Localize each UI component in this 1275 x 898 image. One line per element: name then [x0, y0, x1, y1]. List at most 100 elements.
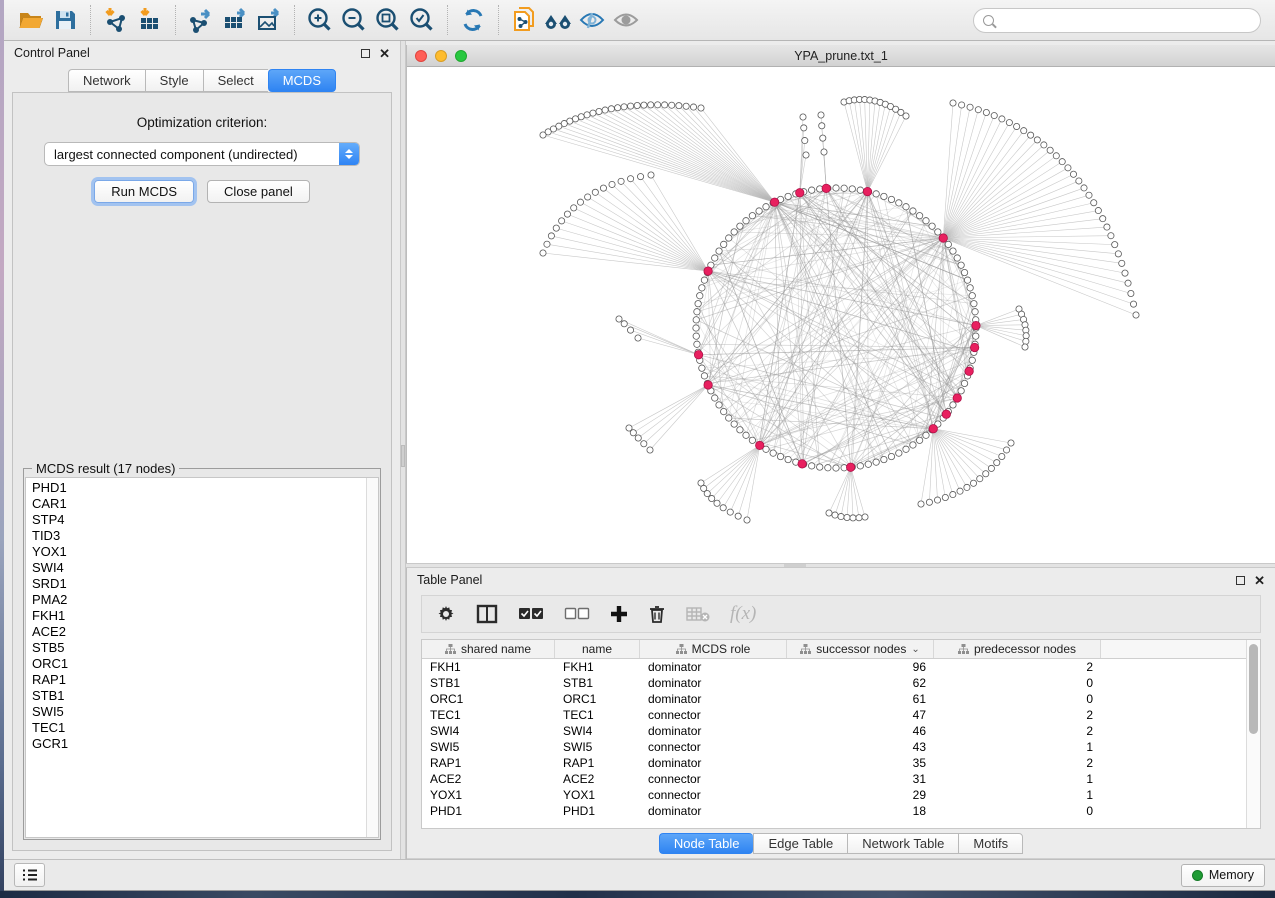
mcds-list-scrollbar[interactable]: [366, 478, 378, 837]
table-panel-titlebar: Table Panel ✕: [407, 568, 1275, 592]
table-panel-title: Table Panel: [417, 573, 1236, 587]
mcds-result-item[interactable]: TEC1: [32, 720, 366, 736]
table-cell: RAP1: [555, 755, 640, 771]
network-view-frame: YPA_prune.txt_1: [406, 45, 1275, 563]
mcds-result-item[interactable]: SWI4: [32, 560, 366, 576]
search-input[interactable]: [999, 13, 1251, 27]
export-network-icon[interactable]: [184, 4, 218, 36]
import-network-icon[interactable]: [99, 4, 133, 36]
mcds-result-item[interactable]: ACE2: [32, 624, 366, 640]
export-table-icon[interactable]: [218, 4, 252, 36]
column-header-predecessor-nodes[interactable]: predecessor nodes: [934, 640, 1101, 658]
apply-layout-icon[interactable]: [456, 4, 490, 36]
mcds-result-list[interactable]: PHD1CAR1STP4TID3YOX1SWI4SRD1PMA2FKH1ACE2…: [25, 477, 379, 838]
column-header-shared-name[interactable]: shared name: [422, 640, 555, 658]
column-header-name[interactable]: name: [555, 640, 640, 658]
mcds-result-item[interactable]: GCR1: [32, 736, 366, 752]
vertical-splitter[interactable]: [400, 41, 406, 859]
table-cell: connector: [640, 739, 787, 755]
global-search-field[interactable]: [973, 8, 1261, 33]
column-header-successor-nodes[interactable]: successor nodes⌄: [787, 640, 934, 658]
tab-motifs[interactable]: Motifs: [958, 833, 1023, 854]
table-row[interactable]: FKH1FKH1dominator962: [422, 659, 1246, 675]
table-cell: 2: [934, 659, 1101, 675]
network-view-title: YPA_prune.txt_1: [407, 49, 1275, 63]
float-panel-icon[interactable]: [1236, 576, 1245, 585]
table-row[interactable]: STB1STB1dominator620: [422, 675, 1246, 691]
zoom-out-icon[interactable]: [337, 4, 371, 36]
export-image-icon[interactable]: [252, 4, 286, 36]
delete-column-icon[interactable]: [648, 604, 666, 624]
tab-network-table[interactable]: Network Table: [847, 833, 958, 854]
splitter-grip[interactable]: [401, 445, 405, 467]
criterion-dropdown[interactable]: largest connected component (undirected): [44, 142, 360, 166]
settings-icon[interactable]: [436, 604, 456, 624]
hide-selection-icon[interactable]: [575, 4, 609, 36]
table-cell: 1: [934, 787, 1101, 803]
table-row[interactable]: SWI4SWI4dominator462: [422, 723, 1246, 739]
deselect-all-icon[interactable]: [564, 607, 590, 621]
table-scrollbar-thumb[interactable]: [1249, 644, 1258, 734]
table-cell: 2: [934, 723, 1101, 739]
mcds-result-group: MCDS result (17 nodes) PHD1CAR1STP4TID3Y…: [23, 468, 381, 840]
show-selection-icon[interactable]: [609, 4, 643, 36]
column-header-filler: [1101, 640, 1246, 658]
toggle-panes-icon[interactable]: [476, 604, 498, 624]
tab-select[interactable]: Select: [203, 69, 268, 92]
memory-label: Memory: [1209, 868, 1254, 882]
close-panel-icon[interactable]: ✕: [1254, 576, 1265, 585]
mcds-result-item[interactable]: SWI5: [32, 704, 366, 720]
add-column-icon[interactable]: [610, 605, 628, 623]
close-panel-icon[interactable]: ✕: [379, 49, 390, 58]
table-cell: 1: [934, 739, 1101, 755]
tab-edge-table[interactable]: Edge Table: [753, 833, 847, 854]
search-network-icon[interactable]: [541, 4, 575, 36]
zoom-selected-icon[interactable]: [405, 4, 439, 36]
tab-node-table[interactable]: Node Table: [659, 833, 754, 854]
network-canvas[interactable]: [407, 67, 1275, 563]
memory-button[interactable]: Memory: [1181, 864, 1265, 887]
mcds-result-item[interactable]: PMA2: [32, 592, 366, 608]
run-mcds-button[interactable]: Run MCDS: [94, 180, 194, 203]
table-row[interactable]: TEC1TEC1connector472: [422, 707, 1246, 723]
close-panel-button[interactable]: Close panel: [207, 180, 310, 203]
zoom-fit-icon[interactable]: [371, 4, 405, 36]
mcds-result-item[interactable]: RAP1: [32, 672, 366, 688]
select-all-icon[interactable]: [518, 607, 544, 621]
table-row[interactable]: RAP1RAP1dominator352: [422, 755, 1246, 771]
open-session-icon[interactable]: [14, 4, 48, 36]
table-row[interactable]: YOX1YOX1connector291: [422, 787, 1246, 803]
hierarchy-icon: [958, 644, 969, 654]
mcds-result-item[interactable]: TID3: [32, 528, 366, 544]
zoom-in-icon[interactable]: [303, 4, 337, 36]
mcds-result-item[interactable]: STB1: [32, 688, 366, 704]
task-history-button[interactable]: [14, 863, 45, 887]
table-cell: 96: [787, 659, 934, 675]
mcds-result-item[interactable]: PHD1: [32, 480, 366, 496]
function-builder-icon: f(x): [730, 603, 756, 625]
mcds-result-item[interactable]: YOX1: [32, 544, 366, 560]
import-table-icon[interactable]: [133, 4, 167, 36]
share-document-icon[interactable]: [507, 4, 541, 36]
table-row[interactable]: PHD1PHD1dominator180: [422, 803, 1246, 819]
mcds-result-item[interactable]: ORC1: [32, 656, 366, 672]
table-cell: YOX1: [422, 787, 555, 803]
mcds-result-item[interactable]: CAR1: [32, 496, 366, 512]
horizontal-splitter[interactable]: [406, 563, 1275, 568]
tab-network[interactable]: Network: [68, 69, 145, 92]
splitter-grip[interactable]: [784, 564, 806, 567]
table-row[interactable]: ACE2ACE2connector311: [422, 771, 1246, 787]
table-row[interactable]: SWI5SWI5connector431: [422, 739, 1246, 755]
column-header-MCDS-role[interactable]: MCDS role: [640, 640, 787, 658]
float-panel-icon[interactable]: [361, 49, 370, 58]
table-cell: dominator: [640, 675, 787, 691]
table-scrollbar[interactable]: [1246, 640, 1260, 828]
mcds-result-item[interactable]: SRD1: [32, 576, 366, 592]
mcds-result-item[interactable]: STB5: [32, 640, 366, 656]
mcds-result-item[interactable]: STP4: [32, 512, 366, 528]
tab-style[interactable]: Style: [145, 69, 203, 92]
table-row[interactable]: ORC1ORC1dominator610: [422, 691, 1246, 707]
tab-mcds[interactable]: MCDS: [268, 69, 336, 92]
save-session-icon[interactable]: [48, 4, 82, 36]
mcds-result-item[interactable]: FKH1: [32, 608, 366, 624]
